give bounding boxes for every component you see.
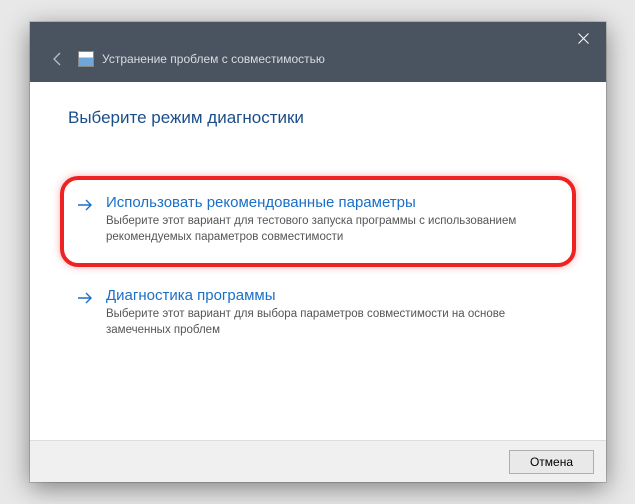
option-body: Диагностика программы Выберите этот вари…	[106, 287, 562, 338]
page-heading: Выберите режим диагностики	[68, 108, 568, 128]
arrow-right-icon	[76, 289, 96, 312]
back-button[interactable]	[44, 45, 72, 73]
footer: Отмена	[30, 440, 606, 482]
option-diagnose[interactable]: Диагностика программы Выберите этот вари…	[68, 277, 568, 352]
titlebar: Устранение проблем с совместимостью	[30, 22, 606, 82]
cancel-button[interactable]: Отмена	[509, 450, 594, 474]
option-recommended[interactable]: Использовать рекомендованные параметры В…	[68, 184, 568, 259]
option-description: Выберите этот вариант для выбора парамет…	[106, 307, 562, 338]
option-body: Использовать рекомендованные параметры В…	[106, 194, 562, 245]
highlighted-option-frame: Использовать рекомендованные параметры В…	[60, 176, 576, 267]
app-icon	[78, 51, 94, 67]
window-title: Устранение проблем с совместимостью	[102, 52, 325, 66]
close-button[interactable]	[560, 22, 606, 54]
troubleshooter-window: Устранение проблем с совместимостью Выбе…	[30, 22, 606, 482]
option-title: Диагностика программы	[106, 287, 562, 304]
option-description: Выберите этот вариант для тестового запу…	[106, 214, 562, 245]
arrow-right-icon	[76, 196, 96, 219]
option-title: Использовать рекомендованные параметры	[106, 194, 562, 211]
content-area: Выберите режим диагностики Использовать …	[30, 82, 606, 442]
